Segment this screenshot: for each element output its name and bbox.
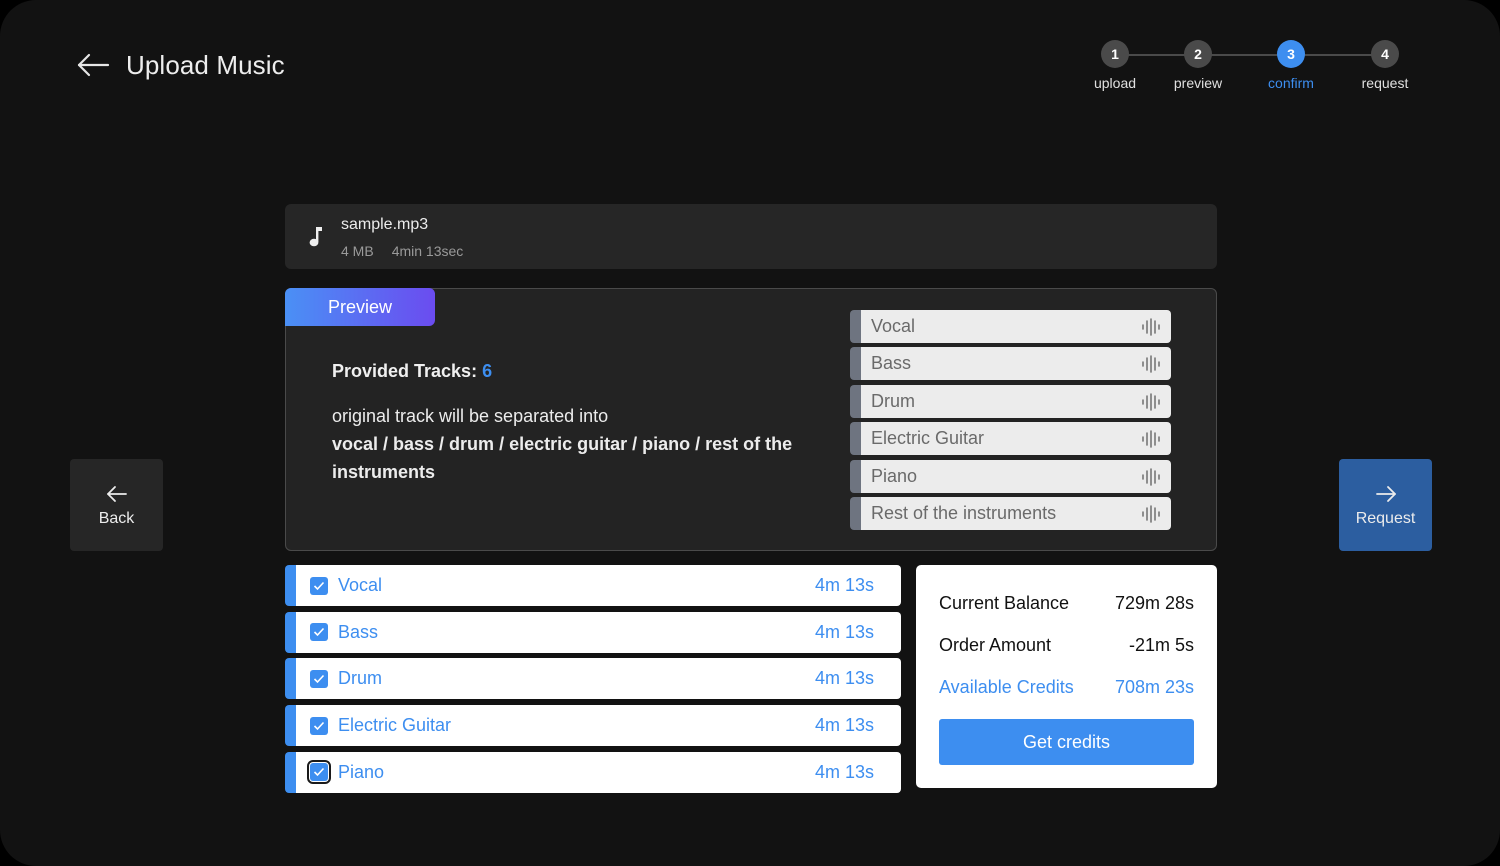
checkmark-icon [313, 768, 325, 777]
file-meta: 4 MB 4min 13sec [341, 243, 463, 259]
preview-tab[interactable]: Preview [285, 288, 435, 326]
step-label: confirm [1268, 75, 1314, 91]
file-name: sample.mp3 [341, 216, 429, 233]
file-card: sample.mp3 4 MB 4min 13sec [285, 204, 1217, 269]
track-checkbox[interactable] [310, 576, 328, 595]
file-duration: 4min 13sec [391, 243, 464, 259]
stem-label: Rest of the instruments [871, 502, 1057, 523]
stem-item[interactable]: Rest of the instruments [850, 496, 1171, 530]
credits-summary: Current Balance 729m 28s Order Amount -2… [916, 565, 1217, 788]
step-request: 4 request [1340, 40, 1430, 91]
back-button-label: Back [98, 510, 135, 527]
music-note-icon [309, 227, 322, 247]
current-balance-label: Current Balance [939, 593, 1070, 613]
track-checkbox[interactable] [310, 716, 328, 735]
request-button-label: Request [1355, 510, 1416, 527]
track-duration: 4m 13s [814, 761, 874, 782]
step-number: 2 [1184, 40, 1212, 68]
get-credits-button[interactable]: Get credits [939, 719, 1194, 765]
stem-label: Bass [871, 353, 912, 374]
waveform-icon[interactable] [1141, 392, 1161, 412]
current-balance-value: 729m 28s [1114, 593, 1194, 613]
arrow-left-icon[interactable] [76, 48, 110, 82]
step-upload: 1 upload [1070, 40, 1160, 91]
provided-tracks: Provided Tracks: 6 [332, 361, 492, 382]
track-row[interactable]: Vocal 4m 13s [285, 565, 901, 606]
step-label: preview [1173, 75, 1223, 91]
track-checkbox[interactable] [310, 623, 328, 642]
track-label: Piano [338, 761, 385, 782]
track-label: Drum [338, 668, 382, 689]
order-amount-row: Order Amount -21m 5s [939, 635, 1194, 656]
arrow-left-icon [106, 486, 127, 502]
available-credits-value: 708m 23s [1114, 677, 1194, 697]
track-row[interactable]: Drum 4m 13s [285, 658, 901, 700]
stem-label: Vocal [871, 316, 916, 336]
track-checkbox[interactable] [307, 760, 331, 785]
step-label: request [1361, 75, 1409, 91]
checkmark-icon [313, 721, 325, 730]
checkmark-icon [313, 674, 325, 684]
page-header: Upload Music [76, 48, 285, 82]
stem-list: Vocal Bass Drum Electric Guitar Piano Re… [850, 310, 1171, 534]
track-row[interactable]: Electric Guitar 4m 13s [285, 705, 901, 747]
separation-description: original track will be separated into vo… [332, 402, 802, 486]
step-number: 1 [1101, 40, 1129, 68]
track-label: Vocal [338, 575, 383, 595]
separation-list: vocal / bass / drum / electric guitar / … [332, 434, 793, 482]
stem-label: Piano [871, 465, 918, 486]
track-row[interactable]: Bass 4m 13s [285, 611, 901, 653]
preview-panel: Preview Provided Tracks: 6 original trac… [285, 288, 1217, 551]
waveform-icon[interactable] [1141, 467, 1161, 487]
separation-intro: original track will be separated into [332, 406, 609, 426]
checkmark-icon [313, 581, 325, 590]
current-balance-row: Current Balance 729m 28s [939, 593, 1194, 614]
waveform-icon[interactable] [1141, 317, 1161, 337]
track-label: Bass [338, 621, 379, 642]
track-selection-list: Vocal 4m 13s Bass 4m 13s Drum 4m 13s Ele… [285, 565, 901, 798]
stem-label: Drum [871, 390, 915, 411]
step-confirm: 3 confirm [1246, 40, 1336, 91]
provided-tracks-label: Provided Tracks: [332, 361, 478, 381]
stem-item[interactable]: Drum [850, 384, 1171, 418]
waveform-icon[interactable] [1141, 354, 1161, 374]
track-duration: 4m 13s [814, 575, 874, 595]
track-checkbox[interactable] [310, 669, 328, 688]
stem-label: Electric Guitar [871, 428, 985, 449]
track-duration: 4m 13s [814, 715, 874, 736]
request-button[interactable]: Request [1339, 459, 1432, 551]
track-duration: 4m 13s [814, 668, 874, 689]
page-title: Upload Music [126, 49, 285, 80]
step-label: upload [1093, 75, 1137, 91]
track-label: Electric Guitar [338, 715, 452, 736]
stem-item[interactable]: Bass [850, 347, 1171, 381]
app-window: Upload Music 1 upload 2 preview 3 confir… [0, 0, 1500, 866]
step-number: 4 [1371, 40, 1399, 68]
provided-tracks-count: 6 [482, 361, 493, 381]
stem-item[interactable]: Vocal [850, 310, 1171, 343]
track-row[interactable]: Piano 4m 13s [285, 751, 901, 793]
arrow-right-icon [1375, 486, 1396, 502]
order-amount-value: -21m 5s [1128, 635, 1194, 655]
step-number: 3 [1277, 40, 1305, 68]
progress-stepper: 1 upload 2 preview 3 confirm 4 request [1070, 40, 1430, 100]
waveform-icon[interactable] [1141, 504, 1161, 524]
track-duration: 4m 13s [814, 621, 874, 642]
waveform-icon[interactable] [1141, 429, 1161, 449]
stem-item[interactable]: Electric Guitar [850, 422, 1171, 456]
stem-item[interactable]: Piano [850, 459, 1171, 493]
checkmark-icon [313, 628, 325, 637]
step-preview: 2 preview [1153, 40, 1243, 91]
order-amount-label: Order Amount [939, 635, 1052, 655]
available-credits-label: Available Credits [939, 677, 1074, 697]
file-size: 4 MB [341, 243, 374, 259]
available-credits-row: Available Credits 708m 23s [939, 677, 1194, 698]
back-button[interactable]: Back [70, 459, 163, 551]
